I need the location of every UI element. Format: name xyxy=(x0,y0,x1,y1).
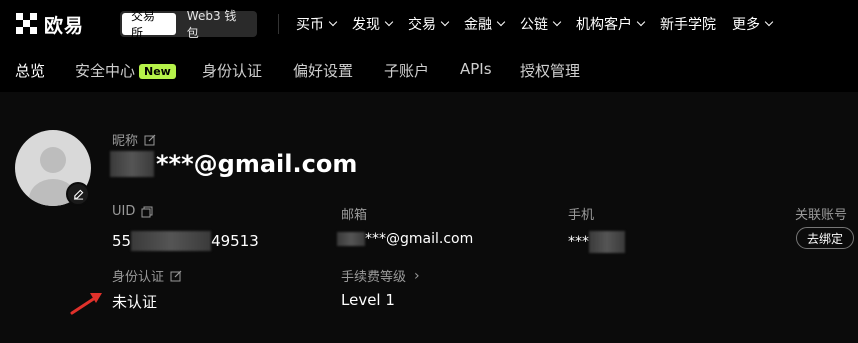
fee-tier-value: Level 1 xyxy=(341,291,395,309)
menu-trade[interactable]: 交易 xyxy=(408,14,450,34)
email-value-row: ***@gmail.com xyxy=(337,231,473,247)
brand-name: 欧易 xyxy=(44,14,85,37)
chevron-down-icon xyxy=(328,17,338,27)
phone-value: *** xyxy=(568,234,589,250)
account-tabs: 总览 安全中心 New 身份认证 偏好设置 子账户 APIs 授权管理 xyxy=(0,48,858,92)
avatar-edit-button[interactable] xyxy=(66,182,90,206)
tab-label: 安全中心 xyxy=(75,62,136,80)
nickname-label-row: 昵称 xyxy=(112,130,156,149)
chevron-down-icon xyxy=(384,17,394,27)
tab-security[interactable]: 安全中心 New xyxy=(75,60,176,81)
menu-label: 金融 xyxy=(464,17,492,33)
nickname-value: ***@gmail.com xyxy=(156,150,358,178)
chevron-down-icon xyxy=(552,17,562,27)
menu-discover[interactable]: 发现 xyxy=(352,14,394,34)
tab-subaccount[interactable]: 子账户 xyxy=(384,60,429,81)
tab-authorization[interactable]: 授权管理 xyxy=(520,60,580,81)
nickname-label: 昵称 xyxy=(112,134,139,149)
linked-account-label: 关联账号 xyxy=(795,208,848,223)
menu-more[interactable]: 更多 xyxy=(732,14,774,34)
kyc-label: 身份认证 xyxy=(112,270,165,285)
fee-tier-link[interactable]: 手续费等级 › xyxy=(341,266,420,286)
email-value: ***@gmail.com xyxy=(365,231,474,247)
uid-label-row: UID xyxy=(112,204,153,219)
chevron-down-icon xyxy=(636,17,646,27)
nav-divider xyxy=(278,14,279,34)
annotation-arrow-icon xyxy=(70,293,102,315)
menu-learn[interactable]: 新手学院 xyxy=(660,14,716,34)
uid-prefix: 55 xyxy=(112,232,132,250)
uid-label: UID xyxy=(112,204,136,219)
chevron-down-icon xyxy=(440,17,450,27)
new-badge: New xyxy=(139,64,176,79)
copy-icon[interactable] xyxy=(141,206,153,218)
uid-value-row: 55 49513 xyxy=(112,231,259,251)
edit-icon[interactable] xyxy=(144,134,156,146)
menu-label: 更多 xyxy=(732,17,760,33)
bind-account-button[interactable]: 去绑定 xyxy=(796,227,854,249)
menu-label: 买币 xyxy=(296,17,324,33)
uid-suffix: 49513 xyxy=(211,232,259,250)
chevron-down-icon xyxy=(764,17,774,27)
avatar-head-shape xyxy=(40,147,66,173)
nickname-value-row: ***@gmail.com xyxy=(110,150,357,178)
menu-label: 机构客户 xyxy=(576,17,632,33)
menu-buy-crypto[interactable]: 买币 xyxy=(296,14,338,34)
okx-logo-icon xyxy=(16,13,38,35)
phone-value-row: *** xyxy=(568,231,625,253)
edit-icon[interactable] xyxy=(170,270,182,282)
main-menu: 买币 发现 交易 金融 公链 机构客户 新手学院 更多 xyxy=(296,0,788,48)
redacted-block xyxy=(337,232,365,246)
top-navbar: 欧易 交易所 Web3 钱包 买币 发现 交易 金融 公链 机构客户 新手学院 … xyxy=(0,0,858,48)
exchange-mode-button[interactable]: 交易所 xyxy=(122,9,176,40)
redacted-block xyxy=(589,231,625,253)
web3-wallet-mode-button[interactable]: Web3 钱包 xyxy=(178,9,257,40)
redacted-block xyxy=(131,231,212,251)
menu-label: 交易 xyxy=(408,17,436,33)
chevron-down-icon xyxy=(496,17,506,27)
menu-chain[interactable]: 公链 xyxy=(520,14,562,34)
menu-finance[interactable]: 金融 xyxy=(464,14,506,34)
mode-switch: 交易所 Web3 钱包 xyxy=(120,9,257,40)
brand-logo[interactable]: 欧易 xyxy=(16,10,84,38)
menu-label: 发现 xyxy=(352,17,380,33)
tab-identity[interactable]: 身份认证 xyxy=(202,60,262,81)
fee-tier-label: 手续费等级 xyxy=(341,270,407,285)
menu-institutional[interactable]: 机构客户 xyxy=(576,14,646,34)
tab-apis[interactable]: APIs xyxy=(460,60,492,78)
chevron-right-icon: › xyxy=(414,267,420,284)
email-label: 邮箱 xyxy=(341,208,368,223)
phone-label: 手机 xyxy=(568,208,595,223)
menu-label: 公链 xyxy=(520,17,548,33)
menu-label: 新手学院 xyxy=(660,17,716,33)
tab-preferences[interactable]: 偏好设置 xyxy=(293,60,353,81)
edit-icon xyxy=(73,189,83,200)
kyc-label-row: 身份认证 xyxy=(112,266,182,285)
redacted-block xyxy=(110,151,154,177)
tab-overview[interactable]: 总览 xyxy=(15,60,45,81)
kyc-status-value: 未认证 xyxy=(112,293,158,311)
